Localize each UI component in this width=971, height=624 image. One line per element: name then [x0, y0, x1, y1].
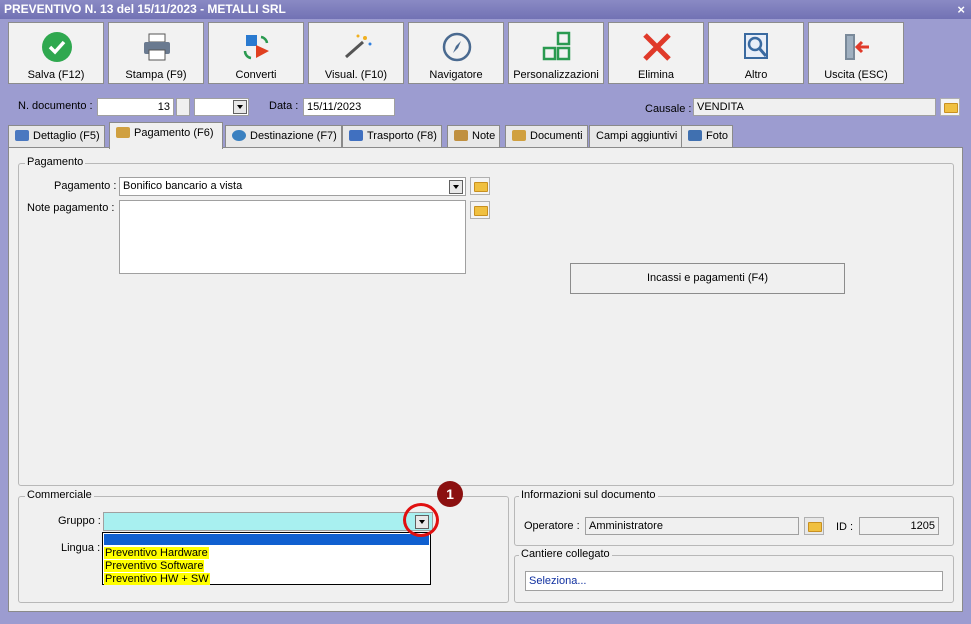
dropdown-option-hw-sw[interactable]: Preventivo HW + SW: [104, 573, 210, 585]
incassi-pagamenti-button[interactable]: Incassi e pagamenti (F4): [570, 263, 845, 294]
gruppo-dropdown-list[interactable]: Preventivo Hardware Preventivo Software …: [102, 532, 431, 585]
gruppo-select[interactable]: [103, 512, 433, 531]
print-button[interactable]: Stampa (F9): [108, 22, 204, 84]
cantiere-group-label: Cantiere collegato: [519, 548, 612, 560]
delete-x-icon: [643, 33, 671, 61]
tab-note[interactable]: Note: [447, 125, 501, 147]
delete-button[interactable]: Elimina: [608, 22, 704, 84]
date-field[interactable]: 15/11/2023: [303, 98, 395, 116]
save-check-icon: [42, 32, 72, 62]
operatore-field[interactable]: Amministratore: [585, 517, 799, 535]
document-series-select[interactable]: [194, 98, 249, 116]
tab-foto-label: Foto: [706, 130, 729, 142]
close-icon[interactable]: ×: [957, 0, 965, 19]
window-titlebar: PREVENTIVO N. 13 del 15/11/2023 - METALL…: [0, 0, 971, 19]
tab-destinazione-label: Destinazione (F7): [250, 130, 337, 142]
tab-campi-aggiuntivi-label: Campi aggiuntivi: [596, 130, 678, 142]
payment-notes-label: Note pagamento :: [27, 202, 115, 214]
operatore-label: Operatore :: [524, 520, 580, 532]
tab-foto[interactable]: Foto: [681, 125, 734, 147]
dropdown-option-software[interactable]: Preventivo Software: [104, 560, 205, 572]
globe-icon: [232, 130, 246, 141]
search-icon[interactable]: [804, 517, 824, 535]
convert-button[interactable]: Converti: [208, 22, 304, 84]
payment-icon: [116, 127, 130, 138]
tab-trasporto-label: Trasporto (F8): [367, 130, 437, 142]
tab-campi-aggiuntivi[interactable]: Campi aggiuntivi: [589, 125, 683, 147]
convert-icon: [243, 35, 269, 60]
tab-destinazione[interactable]: Destinazione (F7): [225, 125, 342, 147]
navigator-button-label: Navigatore: [429, 69, 483, 81]
payment-method-label: Pagamento :: [54, 180, 117, 192]
tab-note-label: Note: [472, 130, 496, 142]
camera-icon: [688, 130, 702, 141]
visual-button[interactable]: Visual. (F10): [308, 22, 404, 84]
save-button-label: Salva (F12): [27, 69, 85, 81]
magnifier-icon: [744, 33, 768, 59]
id-label: ID :: [836, 521, 854, 533]
exit-door-icon: [845, 34, 869, 60]
compass-icon: [442, 32, 472, 62]
exit-button-label: Uscita (ESC): [824, 69, 888, 81]
chevron-down-icon[interactable]: [449, 180, 463, 194]
more-button[interactable]: Altro: [708, 22, 804, 84]
tab-dettaglio-label: Dettaglio (F5): [33, 130, 100, 142]
payment-method-value: Bonifico bancario a vista: [123, 180, 243, 192]
document-suffix-field[interactable]: [176, 98, 190, 116]
pagamento-group-label: Pagamento: [25, 156, 86, 168]
magic-wand-icon: [345, 34, 372, 59]
convert-button-label: Converti: [235, 69, 277, 81]
commerciale-group-label: Commerciale: [25, 489, 94, 501]
window-title: PREVENTIVO N. 13 del 15/11/2023 - METALL…: [4, 2, 286, 16]
navigator-button[interactable]: Navigatore: [408, 22, 504, 84]
folder-icon[interactable]: [470, 201, 490, 219]
tab-dettaglio[interactable]: Dettaglio (F5): [8, 125, 105, 147]
save-button[interactable]: Salva (F12): [8, 22, 104, 84]
dropdown-option-hardware[interactable]: Preventivo Hardware: [104, 547, 209, 559]
document-number-label: N. documento :: [18, 100, 93, 112]
table-icon: [15, 130, 29, 141]
causale-label: Causale :: [645, 103, 692, 115]
grid-icon: [542, 31, 571, 61]
folder-icon[interactable]: [470, 177, 490, 195]
lingua-label: Lingua :: [61, 542, 101, 554]
info-documento-group-label: Informazioni sul documento: [519, 489, 658, 501]
tab-documenti-label: Documenti: [530, 130, 583, 142]
truck-icon: [349, 130, 363, 141]
cantiere-select[interactable]: Seleziona...: [525, 571, 943, 591]
printer-icon: [144, 33, 170, 61]
customizations-button[interactable]: Personalizzazioni: [508, 22, 604, 84]
documents-icon: [512, 130, 526, 141]
more-button-label: Altro: [744, 69, 768, 81]
causale-field[interactable]: VENDITA: [693, 98, 936, 116]
tab-documenti[interactable]: Documenti: [505, 125, 588, 147]
highlight-ring: [403, 503, 439, 537]
gruppo-label: Gruppo :: [58, 515, 101, 527]
tab-pagamento[interactable]: Pagamento (F6): [109, 122, 223, 149]
document-number-field[interactable]: 13: [97, 98, 174, 116]
tab-pagamento-label: Pagamento (F6): [134, 127, 214, 139]
tab-trasporto[interactable]: Trasporto (F8): [342, 125, 442, 147]
customizations-button-label: Personalizzazioni: [513, 69, 599, 81]
exit-button[interactable]: Uscita (ESC): [808, 22, 904, 84]
note-icon: [454, 130, 468, 141]
id-field: 1205: [859, 517, 939, 535]
payment-method-select[interactable]: Bonifico bancario a vista: [119, 177, 466, 196]
chevron-down-icon[interactable]: [233, 100, 247, 114]
dropdown-empty-option[interactable]: [104, 534, 429, 545]
date-label: Data :: [269, 100, 299, 112]
callout-badge: 1: [437, 481, 463, 507]
payment-notes-field[interactable]: [119, 200, 466, 274]
visual-button-label: Visual. (F10): [324, 69, 388, 81]
folder-icon[interactable]: [940, 98, 960, 116]
delete-button-label: Elimina: [637, 69, 675, 81]
print-button-label: Stampa (F9): [125, 69, 187, 81]
